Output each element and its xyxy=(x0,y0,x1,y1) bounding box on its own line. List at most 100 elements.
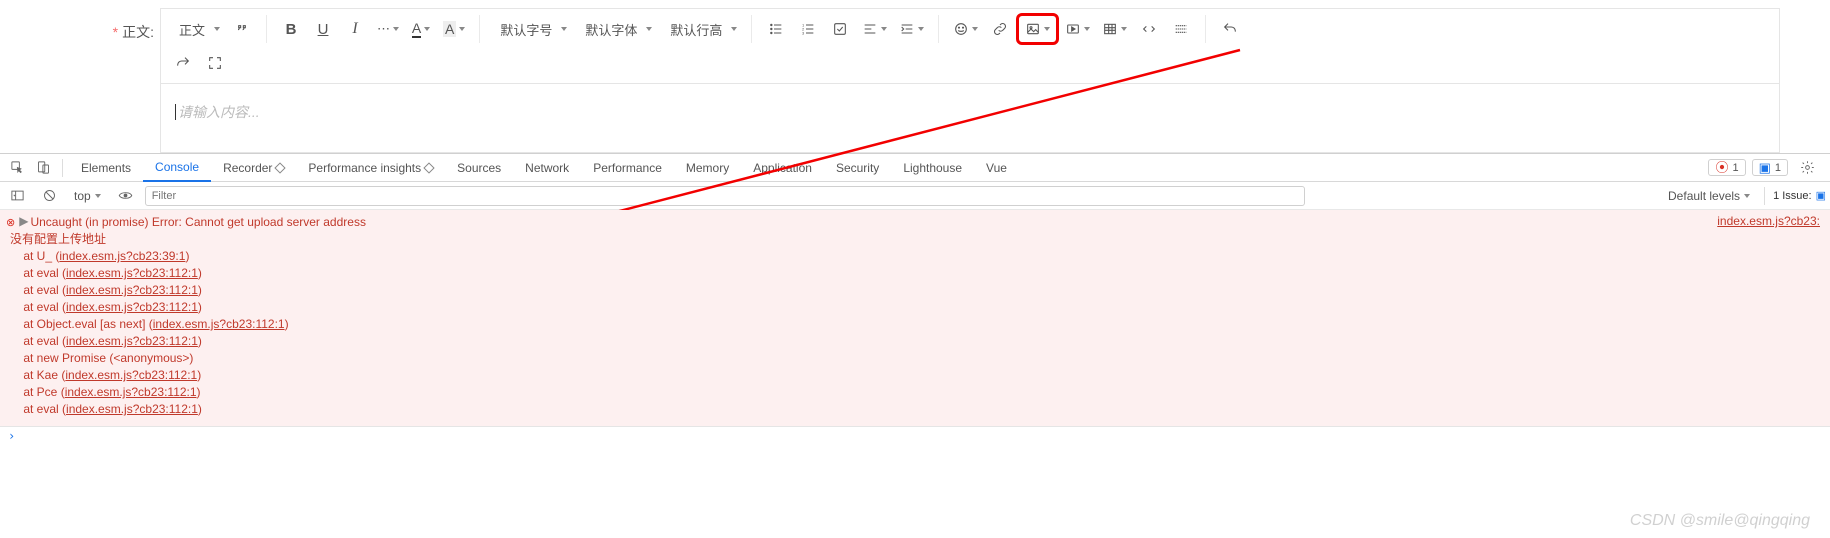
chevron-down-icon xyxy=(881,27,887,31)
chevron-down-icon xyxy=(1084,27,1090,31)
context-selector[interactable]: top xyxy=(68,189,107,203)
stack-link[interactable]: index.esm.js?cb23:39:1 xyxy=(59,249,185,263)
message-icon: ▣ xyxy=(1759,161,1771,174)
issue-flag-icon: ▣ xyxy=(1816,189,1826,202)
align-button[interactable] xyxy=(856,13,893,45)
bold-button[interactable]: B xyxy=(275,13,307,45)
more-formats-button[interactable]: ⋯ xyxy=(371,13,405,45)
stack-link[interactable]: index.esm.js?cb23:112:1 xyxy=(66,402,198,416)
chevron-down-icon xyxy=(918,27,924,31)
tab-lighthouse[interactable]: Lighthouse xyxy=(891,154,974,182)
chevron-down-icon xyxy=(646,27,652,31)
tab-sources[interactable]: Sources xyxy=(445,154,513,182)
svg-text:3: 3 xyxy=(802,30,805,35)
stack-line: at Pce (index.esm.js?cb23:112:1) xyxy=(0,384,1830,401)
stack-link[interactable]: index.esm.js?cb23:112:1 xyxy=(65,385,197,399)
editor-wrap: 正文 B U I ⋯ A A 默认字号 默认字体 默认行高 123 xyxy=(160,8,1780,153)
error-source-link[interactable]: index.esm.js?cb23: xyxy=(1717,214,1820,228)
devtools-tabs: Elements Console Recorder Performance in… xyxy=(0,154,1830,182)
stack-line: at Kae (index.esm.js?cb23:112:1) xyxy=(0,367,1830,384)
console-sidebar-icon[interactable] xyxy=(4,182,30,210)
chevron-down-icon xyxy=(972,27,978,31)
stack-line: at eval (index.esm.js?cb23:112:1) xyxy=(0,333,1830,350)
stack-line: at eval (index.esm.js?cb23:112:1) xyxy=(0,282,1830,299)
console-subtoolbar: top Default levels 1 Issue: ▣ xyxy=(0,182,1830,210)
error-message-zh: 没有配置上传地址 xyxy=(0,231,1830,248)
console-filter-input[interactable] xyxy=(145,186,1305,206)
tab-memory[interactable]: Memory xyxy=(674,154,741,182)
stack-trace: at U_ (index.esm.js?cb23:39:1) at eval (… xyxy=(0,248,1830,418)
tab-elements[interactable]: Elements xyxy=(69,154,143,182)
tab-network[interactable]: Network xyxy=(513,154,581,182)
editor-placeholder: 请输入内容... xyxy=(175,104,260,120)
stack-line: at eval (index.esm.js?cb23:112:1) xyxy=(0,401,1830,418)
fullscreen-button[interactable] xyxy=(199,47,231,79)
stack-line: at new Promise (<anonymous>) xyxy=(0,350,1830,367)
clear-console-icon[interactable] xyxy=(36,182,62,210)
chevron-down-icon xyxy=(95,194,101,198)
tab-security[interactable]: Security xyxy=(824,154,891,182)
stack-link[interactable]: index.esm.js?cb23:112:1 xyxy=(65,368,197,382)
font-size-dropdown[interactable]: 默认字号 xyxy=(488,13,573,45)
bullet-list-button[interactable] xyxy=(760,13,792,45)
tab-performance[interactable]: Performance xyxy=(581,154,674,182)
image-button[interactable] xyxy=(1016,13,1059,45)
inspect-icon[interactable] xyxy=(4,154,30,182)
text-color-button[interactable]: A xyxy=(405,13,437,45)
font-family-dropdown[interactable]: 默认字体 xyxy=(573,13,658,45)
device-toggle-icon[interactable] xyxy=(30,154,56,182)
table-button[interactable] xyxy=(1096,13,1133,45)
editor-row: *正文: 正文 B U I ⋯ A A 默认字号 默认字体 默认行高 xyxy=(0,0,1830,153)
stack-link[interactable]: index.esm.js?cb23:112:1 xyxy=(66,283,198,297)
editor-content[interactable]: 请输入内容... xyxy=(160,83,1780,153)
stack-link[interactable]: index.esm.js?cb23:112:1 xyxy=(153,317,285,331)
chevron-down-icon xyxy=(731,27,737,31)
chevron-down-icon xyxy=(459,27,465,31)
underline-button[interactable]: U xyxy=(307,13,339,45)
stack-link[interactable]: index.esm.js?cb23:112:1 xyxy=(66,334,198,348)
issues-badge[interactable]: 1 Issue: ▣ xyxy=(1773,189,1826,202)
divider-button[interactable] xyxy=(1165,13,1197,45)
link-button[interactable] xyxy=(984,13,1016,45)
log-levels-dropdown[interactable]: Default levels xyxy=(1662,189,1756,203)
line-height-dropdown[interactable]: 默认行高 xyxy=(658,13,743,45)
highlight-color-button[interactable]: A xyxy=(437,13,471,45)
expand-icon[interactable]: ▶ xyxy=(19,214,28,228)
video-button[interactable] xyxy=(1059,13,1096,45)
stack-line: at eval (index.esm.js?cb23:112:1) xyxy=(0,265,1830,282)
paragraph-dropdown[interactable]: 正文 xyxy=(167,13,226,45)
required-mark: * xyxy=(113,24,118,40)
message-count-badge[interactable]: ▣1 xyxy=(1752,159,1788,176)
tab-console[interactable]: Console xyxy=(143,154,211,182)
tab-performance-insights[interactable]: Performance insights xyxy=(296,154,445,182)
error-message: Uncaught (in promise) Error: Cannot get … xyxy=(30,214,366,231)
stack-link[interactable]: index.esm.js?cb23:112:1 xyxy=(66,266,198,280)
preview-badge-icon xyxy=(275,162,286,173)
blockquote-button[interactable] xyxy=(226,13,258,45)
italic-button[interactable]: I xyxy=(339,13,371,45)
code-button[interactable] xyxy=(1133,13,1165,45)
chevron-down-icon xyxy=(393,27,399,31)
chevron-down-icon xyxy=(214,27,220,31)
ordered-list-button[interactable]: 123 xyxy=(792,13,824,45)
checklist-button[interactable] xyxy=(824,13,856,45)
tab-application[interactable]: Application xyxy=(741,154,824,182)
console-prompt[interactable]: › xyxy=(0,426,1830,445)
error-count-badge[interactable]: ⦿1 xyxy=(1708,159,1745,176)
live-expression-icon[interactable] xyxy=(113,182,139,210)
chevron-down-icon xyxy=(561,27,567,31)
indent-button[interactable] xyxy=(893,13,930,45)
field-label: *正文: xyxy=(0,8,160,42)
undo-button[interactable] xyxy=(1214,13,1246,45)
redo-button[interactable] xyxy=(167,47,199,79)
chevron-down-icon xyxy=(1744,194,1750,198)
tab-vue[interactable]: Vue xyxy=(974,154,1019,182)
error-icon: ⊗ xyxy=(6,216,15,229)
settings-icon[interactable] xyxy=(1794,154,1820,182)
emoji-button[interactable] xyxy=(947,13,984,45)
stack-line: at eval (index.esm.js?cb23:112:1) xyxy=(0,299,1830,316)
chevron-down-icon xyxy=(1044,27,1050,31)
tab-recorder[interactable]: Recorder xyxy=(211,154,296,182)
stack-link[interactable]: index.esm.js?cb23:112:1 xyxy=(66,300,198,314)
preview-badge-icon xyxy=(423,162,434,173)
